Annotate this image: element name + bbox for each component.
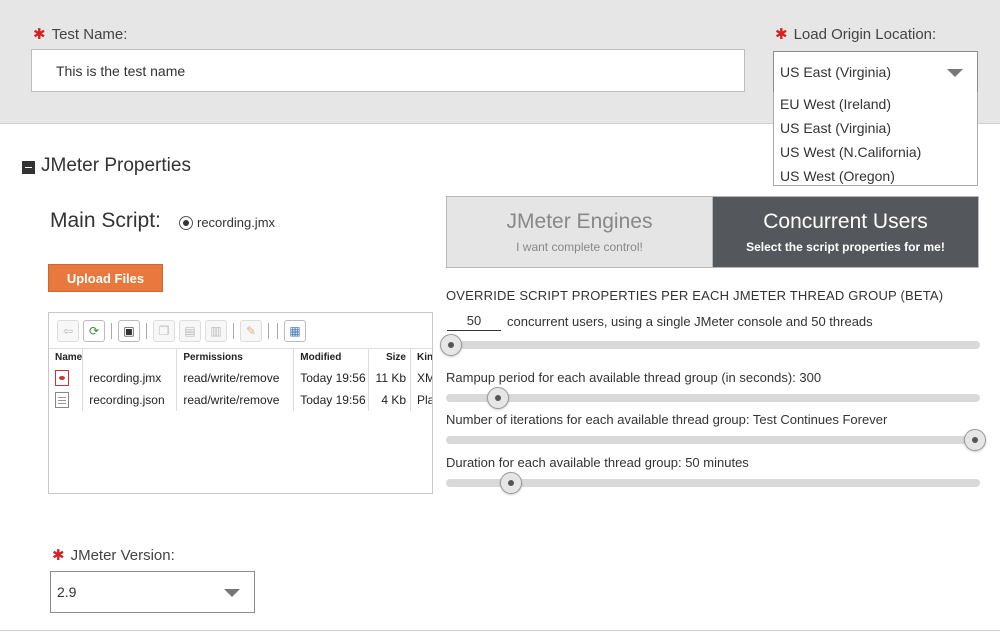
file-size: 11 Kb (368, 366, 411, 389)
main-script-radio[interactable] (179, 216, 193, 230)
divider (0, 630, 1000, 631)
mode-tabs: JMeter Engines I want complete control! … (446, 196, 979, 268)
rampup-label: Rampup period for each available thread … (446, 370, 822, 385)
chevron-down-icon (224, 589, 240, 597)
toolbar-divider (233, 322, 234, 339)
back-icon[interactable]: ⇦ (57, 319, 79, 342)
copy-icon[interactable]: ❐ (153, 319, 175, 342)
test-name-value: This is the test name (56, 62, 186, 79)
tab-jmeter-engines[interactable]: JMeter Engines I want complete control! (447, 197, 713, 267)
jmeter-version-label: ✱ JMeter Version: (52, 547, 175, 564)
concurrent-users-input[interactable]: 50 (447, 313, 501, 331)
duplicate-icon[interactable]: ▥ (205, 319, 227, 342)
load-origin-option[interactable]: EU West (Ireland) (774, 92, 977, 116)
reload-icon[interactable]: ⟳ (83, 319, 105, 342)
concurrent-users-text: concurrent users, using a single JMeter … (507, 314, 873, 329)
slider-thumb[interactable] (440, 334, 462, 356)
tab-title: JMeter Engines (506, 210, 653, 233)
file-permissions: read/write/remove (176, 388, 295, 411)
test-name-input[interactable]: This is the test name (31, 49, 745, 92)
override-title: OVERRIDE SCRIPT PROPERTIES PER EACH JMET… (446, 288, 944, 303)
file-modified: Today 19:56 (293, 366, 370, 389)
load-origin-option[interactable]: US West (N.California) (774, 140, 977, 164)
duration-slider[interactable] (446, 472, 980, 494)
tab-subtitle: Select the script properties for me! (746, 240, 945, 254)
column-header[interactable]: Modified (293, 348, 370, 367)
duration-label: Duration for each available thread group… (446, 455, 749, 470)
column-header (82, 348, 178, 367)
slider-thumb[interactable] (487, 387, 510, 409)
file-kind: Plai (410, 388, 432, 411)
toolbar-divider (277, 322, 278, 339)
table-row[interactable]: recording.json read/write/remove Today 1… (49, 388, 432, 411)
table-row[interactable]: recording.jmx read/write/remove Today 19… (49, 366, 432, 389)
file-size: 4 Kb (368, 388, 411, 411)
iterations-label: Number of iterations for each available … (446, 412, 888, 427)
column-header[interactable]: Kind (410, 348, 432, 367)
load-origin-dropdown: EU West (Ireland) US East (Virginia) US … (773, 92, 978, 186)
file-table: Name Permissions Modified Size Kind reco… (49, 348, 432, 411)
slider-thumb[interactable] (964, 429, 986, 451)
collapse-icon[interactable] (22, 161, 35, 174)
tab-subtitle: I want complete control! (516, 240, 643, 254)
paste-icon[interactable]: ▤ (179, 319, 201, 342)
tab-concurrent-users[interactable]: Concurrent Users Select the script prope… (713, 197, 978, 267)
required-icon: ✱ (775, 26, 788, 43)
file-browser: ⇦ ⟳ ▣ ❐ ▤ ▥ ✎ ▦ Name Permissions Modifie… (48, 312, 433, 494)
chevron-down-icon (947, 69, 963, 77)
load-origin-label: ✱ Load Origin Location: (775, 26, 937, 43)
required-icon: ✱ (33, 26, 46, 43)
view-icon[interactable]: ▦ (284, 319, 306, 342)
file-name: recording.json (82, 388, 178, 411)
main-script-label: Main Script: (50, 209, 161, 232)
main-script-file: recording.jmx (197, 215, 276, 230)
upload-files-button[interactable]: Upload Files (48, 264, 163, 292)
concurrent-users-slider[interactable] (440, 334, 980, 356)
toolbar-divider (146, 322, 147, 339)
save-icon[interactable]: ▣ (118, 319, 140, 342)
column-header[interactable]: Permissions (176, 348, 295, 367)
load-origin-option[interactable]: US West (Oregon) (774, 164, 977, 188)
section-title: JMeter Properties (41, 155, 191, 176)
file-modified: Today 19:56 (293, 388, 370, 411)
text-file-icon (55, 391, 69, 408)
tab-title: Concurrent Users (763, 210, 928, 233)
column-header[interactable]: Name (49, 348, 84, 367)
table-header: Name Permissions Modified Size Kind (49, 348, 432, 367)
column-header[interactable]: Size (368, 348, 411, 367)
load-origin-select[interactable]: US East (Virginia) (773, 51, 978, 93)
file-name: recording.jmx (82, 366, 178, 389)
file-permissions: read/write/remove (176, 366, 295, 389)
toolbar-divider (268, 322, 269, 339)
jmeter-version-value: 2.9 (57, 584, 77, 600)
file-kind: XML (410, 366, 432, 389)
iterations-slider[interactable] (446, 429, 986, 451)
rampup-slider[interactable] (446, 387, 980, 409)
load-origin-option[interactable]: US East (Virginia) (774, 116, 977, 140)
test-name-label: ✱ Test Name: (33, 26, 128, 43)
slider-thumb[interactable] (500, 472, 523, 494)
required-icon: ✱ (52, 547, 65, 564)
load-origin-selected: US East (Virginia) (780, 64, 892, 80)
jmeter-version-select[interactable]: 2.9 (50, 571, 255, 613)
toolbar-divider (111, 322, 112, 339)
rename-icon[interactable]: ✎ (240, 319, 262, 342)
jmx-file-icon (55, 369, 69, 386)
file-toolbar: ⇦ ⟳ ▣ ❐ ▤ ▥ ✎ ▦ (49, 313, 432, 348)
